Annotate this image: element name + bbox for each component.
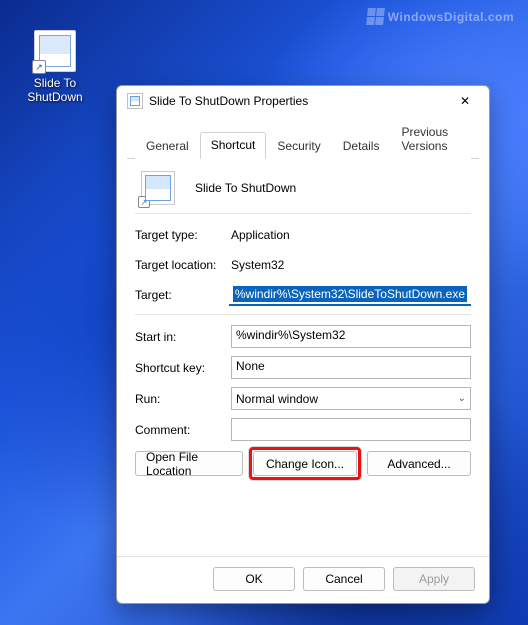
windows-logo-icon [366,8,385,25]
run-dropdown[interactable]: Normal window ⌄ [231,387,471,410]
shortcut-file-icon: ↗ [34,30,76,72]
divider [135,213,471,214]
startin-value: %windir%\System32 [236,328,345,342]
dialog-footer: OK Cancel Apply [117,556,489,603]
tab-body-shortcut: ↗ Slide To ShutDown Target type: Applica… [117,159,489,556]
shortcut-arrow-icon: ↗ [32,60,46,74]
ok-button[interactable]: OK [213,567,295,591]
tab-details[interactable]: Details [332,133,391,159]
run-value: Normal window [236,392,318,406]
properties-window: Slide To ShutDown Properties ✕ General S… [116,85,490,604]
close-button[interactable]: ✕ [447,89,483,113]
watermark-text: WindowsDigital.com [388,10,514,24]
comment-field[interactable] [231,418,471,441]
tab-previous-versions[interactable]: Previous Versions [390,119,471,159]
target-field[interactable]: %windir%\System32\SlideToShutDown.exe [229,284,471,306]
divider [135,314,471,315]
run-label: Run: [135,392,231,406]
target-label: Target: [135,288,229,302]
target-location-value: System32 [231,258,284,272]
window-title: Slide To ShutDown Properties [149,94,447,108]
startin-field[interactable]: %windir%\System32 [231,325,471,348]
chevron-down-icon: ⌄ [458,393,466,404]
tab-shortcut[interactable]: Shortcut [200,132,267,159]
shortcutkey-value: None [236,359,265,373]
advanced-button[interactable]: Advanced... [367,451,471,476]
startin-label: Start in: [135,330,231,344]
target-value-selected: %windir%\System32\SlideToShutDown.exe [233,286,467,302]
titlebar[interactable]: Slide To ShutDown Properties ✕ [117,86,489,116]
shortcutkey-field[interactable]: None [231,356,471,379]
target-type-value: Application [231,228,290,242]
watermark: WindowsDigital.com [367,8,514,25]
change-icon-button[interactable]: Change Icon... [253,451,357,476]
target-type-label: Target type: [135,228,231,242]
target-location-label: Target location: [135,258,231,272]
desktop-shortcut-label: Slide To ShutDown [27,76,82,104]
cancel-button[interactable]: Cancel [303,567,385,591]
open-file-location-button[interactable]: Open File Location [135,451,243,476]
window-icon [127,93,143,109]
comment-label: Comment: [135,423,231,437]
shortcut-arrow-icon: ↗ [138,196,150,208]
close-icon: ✕ [460,94,470,108]
shortcut-name: Slide To ShutDown [195,181,296,195]
desktop-background: WindowsDigital.com ↗ Slide To ShutDown S… [0,0,528,625]
shortcutkey-label: Shortcut key: [135,361,231,375]
tab-general[interactable]: General [135,133,200,159]
tab-strip: General Shortcut Security Details Previo… [127,118,479,159]
shortcut-large-icon: ↗ [141,171,175,205]
apply-button[interactable]: Apply [393,567,475,591]
desktop-shortcut-slide-to-shutdown[interactable]: ↗ Slide To ShutDown [18,30,92,104]
tab-security[interactable]: Security [266,133,331,159]
